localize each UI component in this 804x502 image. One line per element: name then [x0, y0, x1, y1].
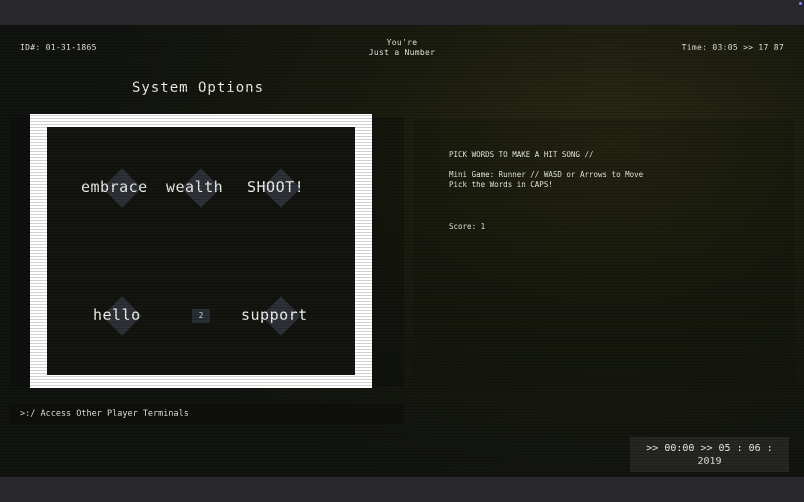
game-screen: ID#: 01-31-1865 You're Just a Number Tim… — [0, 25, 804, 477]
time-readout: Time: 03:05 >> 17 87 — [681, 43, 784, 52]
game-frame: embrace wealth SHOOT! hello support 2 — [30, 114, 372, 388]
word-shoot[interactable]: SHOOT! — [247, 178, 304, 196]
instructions-mode: Mini Game: Runner // WASD or Arrows to M… — [449, 170, 644, 179]
clock-panel: >> 00:00 >> 05 : 06 : 2019 — [630, 437, 789, 472]
score-readout: Score: 1 — [449, 222, 486, 231]
word-embrace[interactable]: embrace — [81, 178, 148, 196]
status-dot-icon — [799, 2, 802, 5]
player-id: ID#: 01-31-1865 — [20, 43, 97, 52]
window-bottom-bar — [0, 477, 804, 502]
game-title-line1: You're — [386, 38, 418, 47]
instructions-hint: Pick the Words in CAPS! — [449, 180, 553, 189]
game-arena[interactable]: embrace wealth SHOOT! hello support 2 — [47, 127, 355, 375]
word-support[interactable]: support — [241, 306, 308, 324]
access-terminals-link[interactable]: >:/ Access Other Player Terminals — [10, 404, 404, 424]
word-wealth[interactable]: wealth — [166, 178, 223, 196]
window-top-bar — [0, 0, 804, 25]
instructions-heading: PICK WORDS TO MAKE A HIT SONG // — [449, 150, 594, 159]
access-terminals-label: >:/ Access Other Player Terminals — [20, 409, 189, 419]
clock-line1: >> 00:00 >> 05 : 06 : — [646, 443, 773, 454]
instructions: PICK WORDS TO MAKE A HIT SONG // Mini Ga… — [449, 150, 643, 190]
game-title: You're Just a Number — [352, 38, 452, 58]
player-avatar: 2 — [192, 309, 210, 323]
clock-line2: 2019 — [697, 456, 722, 467]
game-title-line2: Just a Number — [368, 48, 436, 57]
word-hello[interactable]: hello — [93, 306, 141, 324]
system-options-title: System Options — [132, 80, 265, 96]
